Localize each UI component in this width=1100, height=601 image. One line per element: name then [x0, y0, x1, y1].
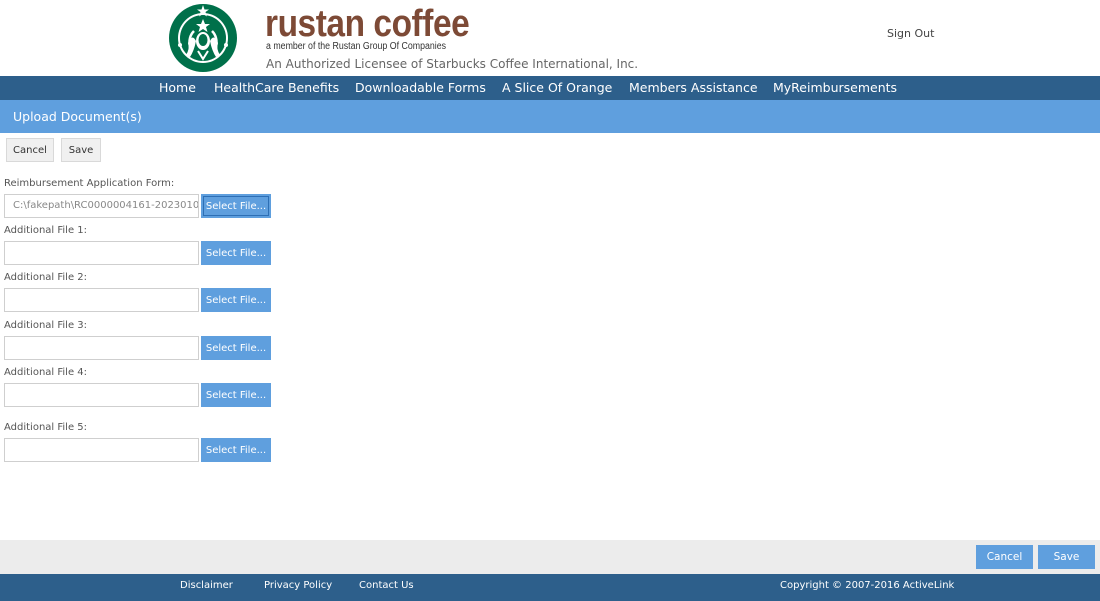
additional-file-3-label: Additional File 3:: [4, 320, 88, 331]
bottom-action-bar: Cancel Save: [0, 540, 1100, 574]
cancel-button[interactable]: Cancel: [6, 138, 54, 162]
additional-file-2-label: Additional File 2:: [4, 272, 88, 283]
additional-file-3-select-file-button[interactable]: Select File...: [201, 336, 271, 360]
header: rustan coffee a member of the Rustan Gro…: [0, 0, 1100, 76]
bottom-cancel-button[interactable]: Cancel: [976, 545, 1033, 569]
brand-license: An Authorized Licensee of Starbucks Coff…: [266, 57, 639, 71]
page-title-bar: Upload Document(s): [0, 100, 1100, 133]
sign-out-link[interactable]: Sign Out: [887, 27, 934, 40]
nav-item-a-slice-of-orange[interactable]: A Slice Of Orange: [502, 80, 612, 95]
footer-link-privacy-policy[interactable]: Privacy Policy: [264, 580, 332, 591]
additional-file-1-select-file-button[interactable]: Select File...: [201, 241, 271, 265]
nav-item-myreimbursements[interactable]: MyReimbursements: [773, 80, 897, 95]
main-nav: Home HealthCare Benefits Downloadable Fo…: [0, 76, 1100, 100]
footer-link-disclaimer[interactable]: Disclaimer: [180, 580, 233, 591]
reimbursement-form-file-input[interactable]: C:\fakepath\RC0000004161-202301041: [4, 194, 199, 218]
additional-file-2-input[interactable]: [4, 288, 199, 312]
additional-file-4-label: Additional File 4:: [4, 367, 88, 378]
save-button[interactable]: Save: [61, 138, 101, 162]
nav-item-downloadable-forms[interactable]: Downloadable Forms: [355, 80, 486, 95]
additional-file-5-label: Additional File 5:: [4, 422, 88, 433]
additional-file-1-input[interactable]: [4, 241, 199, 265]
bottom-save-button[interactable]: Save: [1038, 545, 1095, 569]
additional-file-1-label: Additional File 1:: [4, 225, 88, 236]
footer: Disclaimer Privacy Policy Contact Us Cop…: [0, 574, 1100, 601]
additional-file-2-select-file-button[interactable]: Select File...: [201, 288, 271, 312]
copyright-text: Copyright © 2007-2016 ActiveLink: [780, 580, 955, 591]
additional-file-3-input[interactable]: [4, 336, 199, 360]
nav-item-home[interactable]: Home: [159, 80, 196, 95]
brand-tagline: a member of the Rustan Group Of Companie…: [266, 41, 447, 52]
page-title: Upload Document(s): [13, 109, 142, 124]
additional-file-5-select-file-button[interactable]: Select File...: [201, 438, 271, 462]
reimbursement-form-select-file-button[interactable]: Select File...: [201, 194, 271, 218]
additional-file-5-input[interactable]: [4, 438, 199, 462]
additional-file-4-select-file-button[interactable]: Select File...: [201, 383, 271, 407]
nav-item-healthcare-benefits[interactable]: HealthCare Benefits: [214, 80, 339, 95]
footer-link-contact-us[interactable]: Contact Us: [359, 580, 414, 591]
additional-file-4-input[interactable]: [4, 383, 199, 407]
brand-name: rustan coffee: [265, 3, 470, 45]
starbucks-logo-icon: [169, 4, 237, 72]
reimbursement-form-label: Reimbursement Application Form:: [4, 178, 175, 189]
nav-item-members-assistance[interactable]: Members Assistance: [629, 80, 758, 95]
